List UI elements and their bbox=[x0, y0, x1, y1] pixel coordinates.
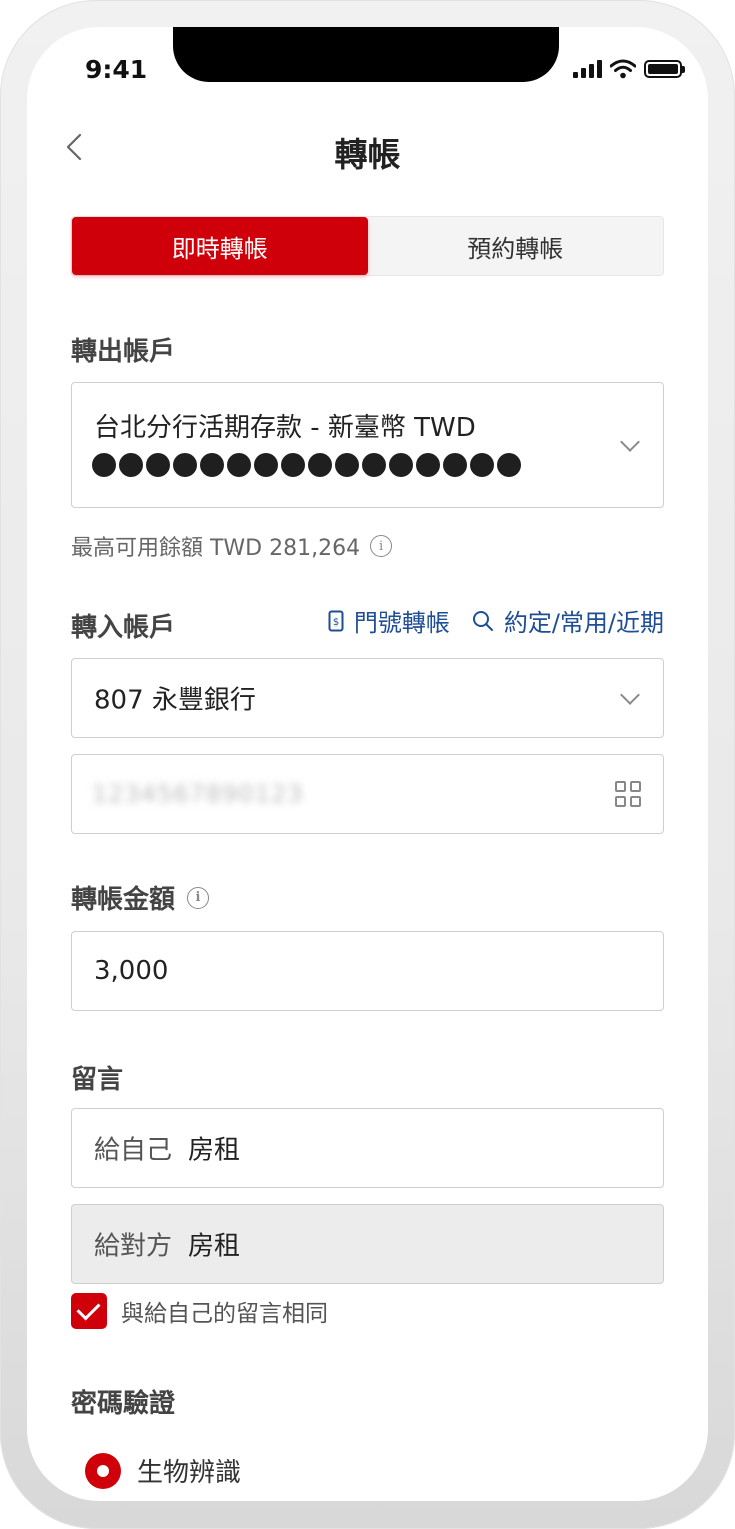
same-message-checkbox[interactable] bbox=[71, 1293, 107, 1329]
balance-text: 最高可用餘額 TWD 281,264 bbox=[71, 536, 361, 561]
source-account-label: 轉出帳戶 bbox=[71, 337, 176, 367]
info-icon[interactable]: i bbox=[370, 535, 393, 557]
mask-dot bbox=[308, 453, 332, 477]
mask-dot bbox=[443, 453, 467, 477]
amount-value: 3,000 bbox=[94, 956, 169, 986]
svg-text:$: $ bbox=[333, 617, 339, 628]
same-message-checkbox-row[interactable]: 與給自己的留言相同 bbox=[71, 1293, 328, 1329]
phone-dollar-icon: $ bbox=[328, 610, 344, 631]
status-icons bbox=[573, 57, 685, 81]
notch bbox=[173, 27, 559, 82]
amount-label-row: 轉帳金額 i bbox=[71, 879, 210, 916]
bank-value: 807 永豐銀行 bbox=[94, 685, 256, 716]
message-label: 留言 bbox=[71, 1065, 124, 1095]
wifi-icon bbox=[610, 59, 636, 79]
masked-account-number bbox=[92, 453, 521, 477]
same-message-label: 與給自己的留言相同 bbox=[121, 1301, 328, 1327]
mask-dot bbox=[146, 453, 170, 477]
auth-label: 密碼驗證 bbox=[71, 1389, 176, 1419]
source-account-name: 台北分行活期存款 - 新臺幣 TWD bbox=[94, 413, 476, 443]
mask-dot bbox=[227, 453, 251, 477]
saved-accounts-label: 約定/常用/近期 bbox=[503, 609, 664, 637]
destination-account-label: 轉入帳戶 bbox=[71, 613, 176, 643]
mask-dot bbox=[119, 453, 143, 477]
destination-links: $ 門號轉帳 約定/常用/近期 bbox=[328, 603, 664, 638]
account-number-blurred: 1234567890123 bbox=[92, 780, 304, 808]
qr-scan-icon[interactable] bbox=[615, 781, 641, 807]
recipient-message-prefix: 給對方 bbox=[94, 1231, 173, 1262]
battery-icon bbox=[644, 60, 685, 78]
biometric-option[interactable]: 生物辨識 bbox=[85, 1452, 241, 1489]
tab-instant-transfer[interactable]: 即時轉帳 bbox=[72, 217, 368, 275]
self-message-prefix: 給自己 bbox=[94, 1135, 173, 1166]
phone-transfer-link[interactable]: $ 門號轉帳 bbox=[328, 603, 450, 638]
mask-dot bbox=[470, 453, 494, 477]
mask-dot bbox=[92, 453, 116, 477]
status-time: 9:41 bbox=[85, 55, 148, 84]
self-message-input[interactable]: 給自己 房租 bbox=[71, 1108, 664, 1188]
mask-dot bbox=[281, 453, 305, 477]
transfer-type-tabs: 即時轉帳 預約轉帳 bbox=[71, 216, 664, 276]
chevron-down-icon bbox=[620, 432, 640, 452]
bank-select[interactable]: 807 永豐銀行 bbox=[71, 658, 664, 738]
mask-dot bbox=[497, 453, 521, 477]
mask-dot bbox=[389, 453, 413, 477]
mask-dot bbox=[200, 453, 224, 477]
biometric-label: 生物辨識 bbox=[137, 1458, 242, 1488]
signal-icon bbox=[573, 60, 602, 78]
source-account-select[interactable]: 台北分行活期存款 - 新臺幣 TWD bbox=[71, 382, 664, 508]
mask-dot bbox=[362, 453, 386, 477]
self-message-value: 房租 bbox=[188, 1135, 241, 1166]
info-icon[interactable]: i bbox=[187, 886, 210, 909]
phone-transfer-label: 門號轉帳 bbox=[353, 609, 450, 637]
mask-dot bbox=[416, 453, 440, 477]
amount-input[interactable]: 3,000 bbox=[71, 931, 664, 1011]
amount-label: 轉帳金額 bbox=[71, 885, 176, 915]
saved-accounts-link[interactable]: 約定/常用/近期 bbox=[472, 603, 664, 638]
self-message-text: 給自己 房租 bbox=[94, 1130, 240, 1167]
search-icon bbox=[472, 610, 493, 631]
biometric-radio[interactable] bbox=[85, 1452, 121, 1489]
recipient-message-value: 房租 bbox=[188, 1231, 241, 1262]
account-number-input[interactable]: 1234567890123 bbox=[71, 754, 664, 834]
balance-hint: 最高可用餘額 TWD 281,264 i bbox=[71, 530, 393, 562]
recipient-message-text: 給對方 房租 bbox=[94, 1226, 240, 1263]
recipient-message-input: 給對方 房租 bbox=[71, 1204, 664, 1284]
tab-scheduled-transfer[interactable]: 預約轉帳 bbox=[368, 217, 664, 275]
chevron-down-icon bbox=[620, 685, 640, 705]
phone-screen: 9:41 轉帳 即時轉帳 預約轉帳 轉出帳戶 台北分行活期存款 - 新臺幣 TW… bbox=[27, 27, 708, 1501]
mask-dot bbox=[173, 453, 197, 477]
page-title: 轉帳 bbox=[334, 135, 401, 174]
mask-dot bbox=[335, 453, 359, 477]
mask-dot bbox=[254, 453, 278, 477]
